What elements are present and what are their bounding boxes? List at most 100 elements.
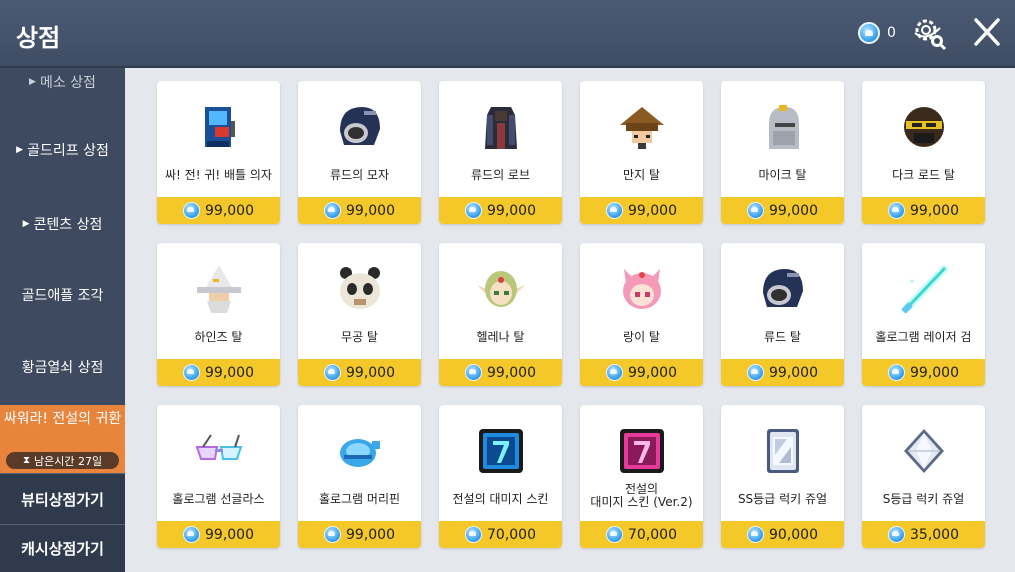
price-button[interactable]: 99,000 — [439, 359, 562, 386]
item-name: 하인즈 탈 — [194, 330, 243, 344]
shop-item-card[interactable]: 만지 탈 99,000 — [580, 81, 703, 224]
coin-icon — [183, 364, 200, 381]
sidebar-item-label: 메소 상점 — [39, 75, 96, 91]
shop-item-card[interactable]: 하인즈 탈 99,000 — [157, 243, 280, 386]
blue-damage-skin-icon — [479, 429, 523, 473]
shop-item-card[interactable]: 헬레나 탈 99,000 — [439, 243, 562, 386]
arrow-right-icon: ▶ — [22, 219, 30, 229]
shop-item-card[interactable]: SS등급 럭키 쥬얼 90,000 — [721, 405, 844, 548]
item-price: 70,000 — [487, 526, 536, 543]
shop-item-card[interactable]: 류드 탈 99,000 — [721, 243, 844, 386]
price-button[interactable]: 99,000 — [721, 359, 844, 386]
item-price: 99,000 — [346, 526, 395, 543]
coin-icon — [465, 526, 482, 543]
shop-item-card[interactable]: 홀로그램 머리핀 99,000 — [298, 405, 421, 548]
shop-item-card[interactable]: 홀로그램 선글라스 99,000 — [157, 405, 280, 548]
item-price: 99,000 — [205, 202, 254, 219]
price-button[interactable]: 70,000 — [580, 521, 703, 548]
arrow-right-icon: ▶ — [29, 77, 36, 87]
item-price: 70,000 — [628, 526, 677, 543]
header-bar: 상점 0 — [0, 0, 1015, 68]
arrow-right-icon: ▶ — [16, 145, 24, 155]
coin-icon — [747, 526, 764, 543]
item-name: 류드의 로브 — [470, 168, 530, 182]
category-sidebar: ▶ 메소 상점 ▶ 골드리프 상점 ▶ 콘텐츠 상점 골드애플 조각 황금열쇠 … — [0, 68, 125, 572]
shop-item-card[interactable]: S등급 럭키 쥬얼 35,000 — [862, 405, 985, 548]
price-button[interactable]: 99,000 — [862, 359, 985, 386]
price-button[interactable]: 99,000 — [862, 197, 985, 224]
pink-damage-skin-icon — [620, 429, 664, 473]
sidebar-event-banner[interactable]: 싸워라! 전설의 귀환 ⧗ 남은시간 27일 — [0, 405, 125, 473]
currency-amount: 0 — [887, 25, 896, 41]
item-grid: 싸! 전! 귀! 배틀 의자 99,000 류드의 모자 99,000 류드의 … — [157, 81, 987, 551]
shop-item-card[interactable]: 랑이 탈 99,000 — [580, 243, 703, 386]
price-button[interactable]: 99,000 — [580, 359, 703, 386]
price-button[interactable]: 90,000 — [721, 521, 844, 548]
sidebar-item-goldleaf-shop[interactable]: ▶ 골드리프 상점 — [0, 130, 125, 170]
item-price: 99,000 — [487, 364, 536, 381]
price-button[interactable]: 99,000 — [157, 359, 280, 386]
shop-item-card[interactable]: 전설의 대미지 스킨 70,000 — [439, 405, 562, 548]
hologram-sunglasses-icon — [195, 434, 243, 460]
hourglass-icon: ⧗ — [22, 455, 30, 466]
coin-icon — [888, 364, 905, 381]
s-jewel-icon — [904, 429, 944, 473]
item-price: 99,000 — [205, 364, 254, 381]
item-price: 99,000 — [769, 364, 818, 381]
price-button[interactable]: 70,000 — [439, 521, 562, 548]
sidebar-item-gold-apple-piece[interactable]: 골드애플 조각 — [0, 275, 125, 315]
shop-item-card[interactable]: 류드의 로브 99,000 — [439, 81, 562, 224]
hood-mask-icon — [763, 269, 803, 307]
price-button[interactable]: 99,000 — [157, 197, 280, 224]
shop-item-card[interactable]: 전설의 대미지 스킨 (Ver.2) 70,000 — [580, 405, 703, 548]
price-button[interactable]: 99,000 — [298, 359, 421, 386]
coin-icon — [324, 526, 341, 543]
coin-icon — [858, 22, 880, 44]
elf-mask-icon — [477, 271, 525, 307]
item-name: 홀로그램 레이저 검 — [875, 330, 972, 344]
item-price: 35,000 — [910, 526, 959, 543]
sidebar-item-meso-shop[interactable]: ▶ 메소 상점 — [0, 68, 125, 96]
ss-jewel-icon — [767, 429, 799, 473]
price-button[interactable]: 99,000 — [721, 197, 844, 224]
price-button[interactable]: 99,000 — [157, 521, 280, 548]
shop-item-card[interactable]: 다크 로드 탈 99,000 — [862, 81, 985, 224]
currency-display: 0 — [858, 22, 896, 44]
hologram-hairpin-icon — [340, 439, 380, 467]
item-price: 99,000 — [346, 202, 395, 219]
cash-shop-button[interactable]: 캐시상점가기 — [0, 524, 125, 572]
item-price: 99,000 — [487, 202, 536, 219]
price-button[interactable]: 35,000 — [862, 521, 985, 548]
price-button[interactable]: 99,000 — [298, 521, 421, 548]
shop-item-card[interactable]: 싸! 전! 귀! 배틀 의자 99,000 — [157, 81, 280, 224]
close-icon — [974, 18, 1000, 46]
shop-item-card[interactable]: 무공 탈 99,000 — [298, 243, 421, 386]
knight-helmet-icon — [769, 105, 799, 149]
item-price: 99,000 — [910, 364, 959, 381]
item-price: 99,000 — [628, 364, 677, 381]
shop-item-card[interactable]: 홀로그램 레이저 검 99,000 — [862, 243, 985, 386]
arcade-chair-icon — [205, 107, 235, 147]
close-button[interactable] — [970, 14, 1004, 50]
item-name: 전설의 대미지 스킨 (Ver.2) — [590, 482, 693, 509]
coin-icon — [324, 202, 341, 219]
search-settings-button[interactable] — [910, 16, 948, 52]
item-name: 전설의 대미지 스킨 — [452, 492, 549, 506]
coin-icon — [465, 202, 482, 219]
sidebar-item-content-shop[interactable]: ▶ 콘텐츠 상점 — [0, 204, 125, 244]
shop-item-card[interactable]: 류드의 모자 99,000 — [298, 81, 421, 224]
robe-icon — [485, 107, 517, 149]
price-button[interactable]: 99,000 — [439, 197, 562, 224]
dark-lord-mask-icon — [904, 107, 944, 147]
event-title: 싸워라! 전설의 귀환 — [3, 411, 122, 427]
gear-search-icon — [914, 19, 947, 51]
price-button[interactable]: 99,000 — [298, 197, 421, 224]
sidebar-item-golden-key-shop[interactable]: 황금열쇠 상점 — [0, 347, 125, 387]
item-price: 99,000 — [628, 202, 677, 219]
price-button[interactable]: 99,000 — [580, 197, 703, 224]
coin-icon — [324, 364, 341, 381]
item-name: 만지 탈 — [623, 168, 660, 182]
panda-mask-icon — [340, 267, 380, 309]
shop-item-card[interactable]: 마이크 탈 99,000 — [721, 81, 844, 224]
beauty-shop-button[interactable]: 뷰티상점가기 — [0, 473, 125, 524]
